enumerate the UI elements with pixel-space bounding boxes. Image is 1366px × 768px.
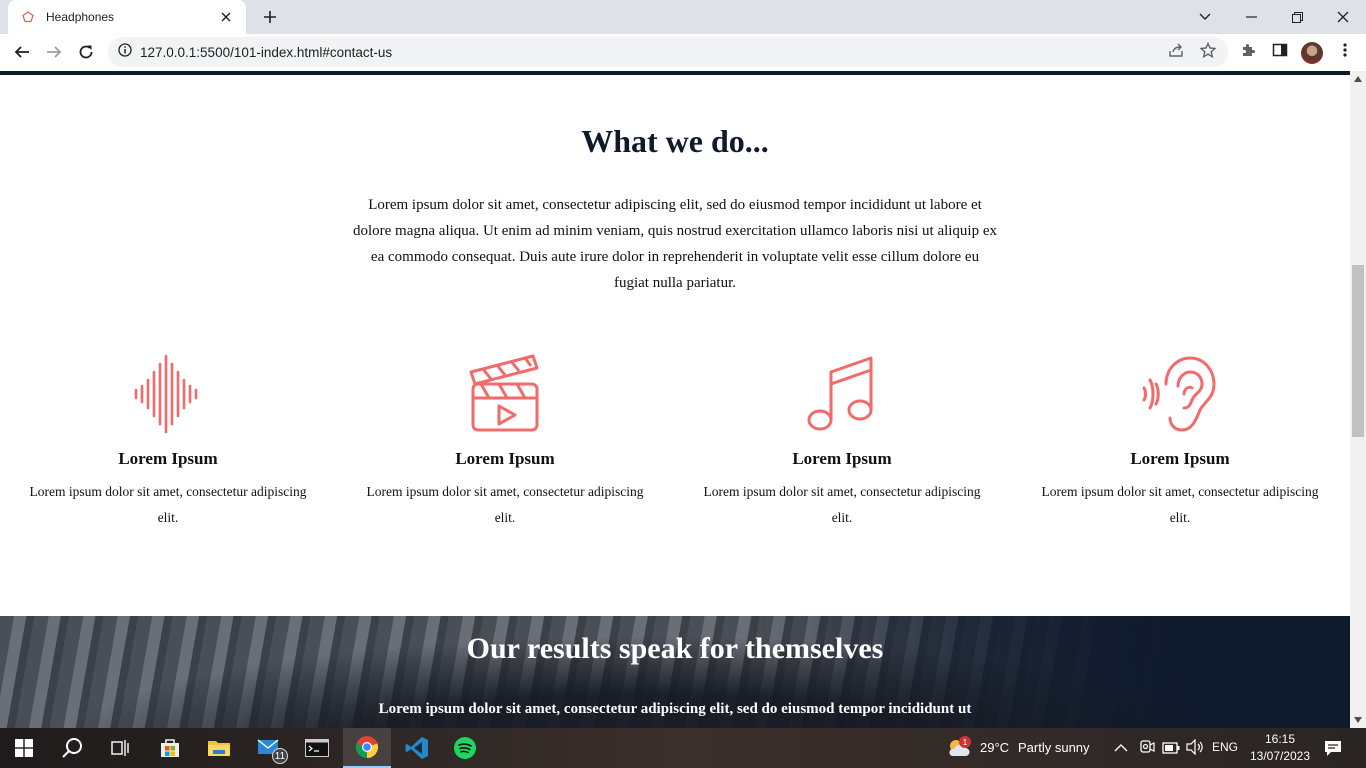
sound-wave-icon <box>128 354 208 434</box>
restore-button[interactable] <box>1274 0 1320 34</box>
feature-title: Lorem Ipsum <box>1130 449 1230 468</box>
feature-description: Lorem ipsum dolor sit amet, consectetur … <box>703 484 981 525</box>
side-panel-icon[interactable] <box>1268 38 1292 62</box>
site-info-icon[interactable] <box>118 42 132 62</box>
feature-description: Lorem ipsum dolor sit amet, consectetur … <box>1041 484 1319 525</box>
show-hidden-icons-chevron-icon[interactable] <box>1114 740 1128 758</box>
forward-button[interactable] <box>40 38 68 66</box>
browser-tab-strip: Headphones <box>0 0 1366 34</box>
menu-kebab-icon[interactable] <box>1333 38 1357 62</box>
music-note-icon <box>802 354 882 434</box>
scroll-up-arrow-icon[interactable] <box>1350 71 1366 87</box>
system-clock[interactable]: 16:15 13/07/2023 <box>1240 731 1320 765</box>
bookmark-star-icon[interactable] <box>1196 38 1220 62</box>
file-explorer-icon[interactable] <box>195 728 243 768</box>
meet-now-icon[interactable] <box>1139 739 1155 762</box>
clock-date: 13/07/2023 <box>1249 749 1311 763</box>
windows-start-icon[interactable] <box>0 728 48 768</box>
feature-card: Lorem Ipsum Lorem ipsum dolor sit amet, … <box>18 354 318 531</box>
back-button[interactable] <box>8 38 36 66</box>
results-heading: Our results speak for themselves <box>466 632 884 665</box>
minimize-button[interactable] <box>1228 0 1274 34</box>
tab-search-icon[interactable] <box>1182 0 1228 34</box>
scrollbar-thumb[interactable] <box>1352 265 1364 437</box>
web-page: What we do... Lorem ipsum dolor sit amet… <box>0 71 1350 728</box>
feature-description: Lorem ipsum dolor sit amet, consectetur … <box>29 484 307 525</box>
vscode-icon[interactable] <box>393 728 441 768</box>
feature-title: Lorem Ipsum <box>455 449 555 468</box>
feature-card: Lorem Ipsum Lorem ipsum dolor sit amet, … <box>692 354 992 531</box>
volume-icon[interactable] <box>1186 738 1204 760</box>
profile-avatar[interactable] <box>1301 42 1323 64</box>
tab-close-icon[interactable] <box>218 9 234 25</box>
task-view-icon[interactable] <box>96 728 144 768</box>
section-heading: What we do... <box>581 123 769 159</box>
results-section: Our results speak for themselves Lorem i… <box>0 616 1350 728</box>
feature-card: Lorem Ipsum Lorem ipsum dolor sit amet, … <box>355 354 655 531</box>
weather-partly-sunny-icon[interactable]: 1 <box>946 736 972 760</box>
store-icon[interactable] <box>146 728 194 768</box>
reload-button[interactable] <box>72 38 100 66</box>
windows-taskbar: 11 1 29°C Partly sunny ENG 16:15 13/07/2… <box>0 728 1366 768</box>
browser-tab[interactable]: Headphones <box>8 0 246 34</box>
feature-title: Lorem Ipsum <box>118 449 218 468</box>
section-intro: Lorem ipsum dolor sit amet, consectetur … <box>352 197 998 291</box>
chrome-icon[interactable] <box>343 728 391 768</box>
ear-icon <box>1140 354 1220 434</box>
feature-card: Lorem Ipsum Lorem ipsum dolor sit amet, … <box>1030 354 1330 531</box>
browser-toolbar: 127.0.0.1:5500/101-index.html#contact-us <box>0 34 1366 71</box>
address-bar[interactable]: 127.0.0.1:5500/101-index.html#contact-us <box>108 37 1228 67</box>
page-scrollbar[interactable] <box>1350 71 1366 728</box>
spotify-icon[interactable] <box>441 728 489 768</box>
new-tab-button[interactable] <box>258 5 282 29</box>
search-icon[interactable] <box>48 728 96 768</box>
notifications-icon[interactable] <box>1324 739 1342 762</box>
mail-icon[interactable]: 11 <box>246 728 294 768</box>
terminal-icon[interactable] <box>293 728 341 768</box>
input-language[interactable]: ENG <box>1212 740 1238 754</box>
share-icon[interactable] <box>1164 38 1188 62</box>
feature-title: Lorem Ipsum <box>792 449 892 468</box>
mail-badge: 11 <box>272 748 288 764</box>
favicon-icon <box>20 9 36 25</box>
battery-icon[interactable] <box>1162 741 1180 759</box>
weather-temperature[interactable]: 29°C <box>980 740 1009 755</box>
clock-time: 16:15 <box>1264 732 1296 746</box>
results-text: Lorem ipsum dolor sit amet, consectetur … <box>378 701 972 717</box>
nav-bottom-border <box>0 71 1350 75</box>
weather-badge: 1 <box>959 736 971 748</box>
clapperboard-icon <box>465 354 545 434</box>
url-text: 127.0.0.1:5500/101-index.html#contact-us <box>140 44 393 60</box>
tab-title: Headphones <box>46 10 115 24</box>
scroll-down-arrow-icon[interactable] <box>1350 712 1366 728</box>
close-window-button[interactable] <box>1320 0 1366 34</box>
weather-description[interactable]: Partly sunny <box>1018 740 1090 755</box>
extensions-puzzle-icon[interactable] <box>1236 38 1260 62</box>
feature-description: Lorem ipsum dolor sit amet, consectetur … <box>366 484 644 525</box>
